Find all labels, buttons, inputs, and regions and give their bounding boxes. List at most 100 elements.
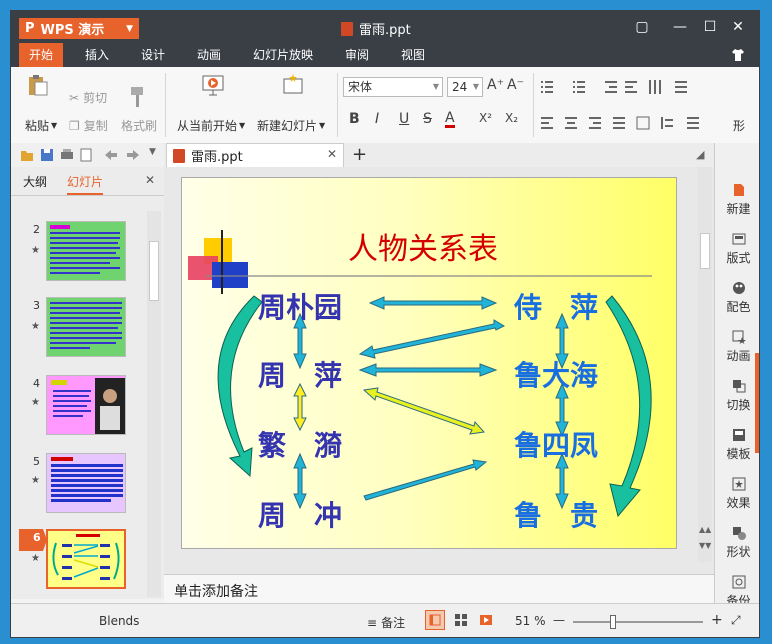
left-name-1: 周朴园 (258, 291, 343, 324)
font-size-select[interactable]: 24 ▼ (447, 77, 483, 97)
notes-toggle[interactable]: ≡ 备注 (367, 614, 405, 631)
restore-icon[interactable]: ▢ (631, 17, 653, 37)
right-shape-button[interactable]: 形状 (715, 526, 759, 560)
tab-outline[interactable]: 大纲 (23, 173, 47, 190)
tab-slides[interactable]: 幻灯片 (67, 173, 104, 195)
scrollbar-thumb[interactable] (700, 233, 710, 269)
new-tab-button[interactable]: + (352, 144, 367, 165)
notes-pane[interactable]: 单击添加备注 (164, 574, 714, 603)
scrollbar-thumb[interactable] (149, 241, 159, 301)
slide-thumbnail-selected[interactable] (46, 529, 126, 589)
ppt-file-icon (173, 148, 185, 163)
menu-bar: 开始 插入 设计 动画 幻灯片放映 审阅 视图 (11, 43, 759, 67)
from-current-button[interactable]: 从当前开始 ▼ (177, 117, 245, 134)
layout-icon (732, 233, 745, 245)
ribbon-separator (533, 73, 534, 137)
shrink-font-button[interactable]: A⁻ (507, 77, 524, 93)
quick-access-icons[interactable] (21, 148, 151, 162)
copy-button[interactable]: ❐ 复制 (69, 117, 108, 134)
template-icon (732, 429, 745, 441)
superscript-button[interactable]: X² (479, 111, 492, 125)
minimize-button[interactable]: — (669, 17, 691, 37)
tab-slideshow[interactable]: 幻灯片放映 (243, 43, 323, 67)
prev-slide-icon[interactable]: ▲▲ (699, 525, 711, 534)
zoom-out-button[interactable]: — (553, 613, 565, 627)
shape-button[interactable]: 形 (733, 117, 745, 134)
right-template-button[interactable]: 模板 (715, 428, 759, 462)
align-buttons[interactable] (541, 115, 721, 131)
italic-button[interactable]: I (375, 111, 379, 127)
grow-font-button[interactable]: A⁺ (487, 77, 504, 93)
close-button[interactable]: ✕ (727, 17, 749, 37)
tab-insert[interactable]: 插入 (75, 43, 119, 67)
new-slide-button[interactable]: 新建幻灯片 ▼ (257, 117, 325, 134)
tab-review[interactable]: 审阅 (335, 43, 379, 67)
panel-close-button[interactable]: ✕ (145, 173, 155, 187)
slide[interactable]: 人物关系表 周朴园 周 萍 繁 漪 周 冲 侍 萍 鲁大海 鲁四凤 鲁 贵 (181, 177, 677, 549)
bold-button[interactable]: B (349, 111, 360, 127)
tab-menu-icon[interactable]: ◢ (696, 148, 704, 161)
left-name-3: 繁 漪 (258, 429, 343, 462)
animation-star-icon: ★ (31, 321, 40, 332)
right-animation-button[interactable]: 动画 (715, 330, 759, 364)
tab-close-icon[interactable]: ✕ (327, 147, 337, 161)
sorter-view-icon[interactable] (454, 613, 468, 627)
tab-animation[interactable]: 动画 (187, 43, 231, 67)
right-transition-button[interactable]: 切换 (715, 379, 759, 413)
left-name-4: 周 冲 (258, 499, 343, 532)
canvas-scrollbar[interactable]: ▲▲ ▼▼ (698, 167, 712, 562)
paste-button[interactable]: 粘贴 ▼ (25, 117, 57, 134)
tab-view[interactable]: 视图 (391, 43, 435, 67)
zoom-slider-knob[interactable] (610, 615, 616, 629)
right-new-button[interactable]: 新建 (715, 183, 759, 217)
tab-design[interactable]: 设计 (131, 43, 175, 67)
slide-thumbnail[interactable] (46, 375, 126, 435)
strikethrough-button[interactable]: S (423, 111, 432, 127)
collapse-pane-handle[interactable] (755, 353, 759, 453)
palette-icon (732, 282, 745, 294)
app-menu-button[interactable]: P WPS 演示 ▼ (19, 18, 139, 39)
zoom-slider[interactable] (573, 615, 703, 629)
right-color-button[interactable]: 配色 (715, 281, 759, 315)
shape-icon (732, 527, 746, 540)
list-buttons[interactable] (541, 79, 721, 95)
format-painter-icon[interactable] (125, 85, 149, 109)
transition-icon (732, 380, 745, 393)
font-color-button[interactable]: A (445, 111, 455, 128)
document-tab-label: 雷雨.ppt (191, 150, 243, 165)
underline-button[interactable]: U (399, 111, 409, 127)
ppt-file-icon (341, 21, 353, 36)
thumb-number: 2 (33, 223, 40, 236)
slideshow-view-icon[interactable] (479, 613, 493, 627)
maximize-button[interactable]: ☐ (699, 17, 721, 37)
tab-home[interactable]: 开始 (19, 43, 64, 67)
cut-button[interactable]: ✂ 剪切 (69, 89, 107, 106)
slide-thumbnail[interactable] (46, 453, 126, 513)
font-name-select[interactable]: 宋体 ▼ (343, 77, 443, 97)
paste-icon[interactable] (25, 73, 49, 97)
shirt-icon[interactable] (731, 48, 745, 62)
notes-placeholder[interactable]: 单击添加备注 (174, 581, 258, 601)
document-title: 雷雨.ppt (341, 19, 411, 38)
right-effect-button[interactable]: 效果 (715, 477, 759, 511)
thumb-number: 3 (33, 299, 40, 312)
right-name-3: 鲁四凤 (514, 429, 599, 462)
thumbnails-scrollbar[interactable] (147, 211, 161, 597)
new-slide-icon[interactable] (281, 73, 305, 97)
subscript-button[interactable]: X₂ (505, 111, 518, 125)
zoom-in-button[interactable]: + (711, 612, 723, 628)
right-layout-button[interactable]: 版式 (715, 232, 759, 266)
next-slide-icon[interactable]: ▼▼ (699, 541, 711, 550)
format-painter-button[interactable]: 格式刷 (121, 117, 157, 134)
slideshow-play-icon[interactable] (201, 73, 225, 97)
animation-star-icon: ★ (31, 397, 40, 408)
document-tab[interactable]: 雷雨.ppt ✕ (166, 143, 344, 167)
slide-thumbnails: 2 ★ 3 ★ 4 ★ 5 ★ 6 ★ (11, 207, 164, 597)
fit-window-icon[interactable]: ⤢ (731, 613, 741, 628)
right-name-2: 鲁大海 (514, 359, 599, 392)
slide-thumbnail[interactable] (46, 221, 126, 281)
slide-title: 人物关系表 (348, 232, 498, 267)
normal-view-button[interactable] (425, 610, 445, 630)
chevron-down-icon[interactable]: ▼ (149, 147, 156, 157)
slide-thumbnail[interactable] (46, 297, 126, 357)
